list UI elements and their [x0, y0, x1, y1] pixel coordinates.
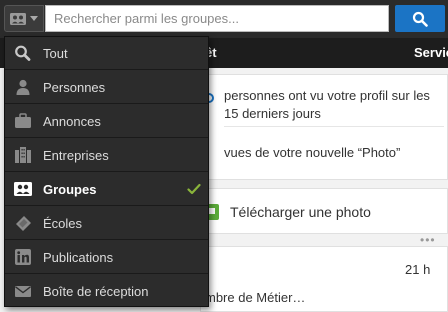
menu-item-personnes[interactable]: Personnes [5, 71, 208, 104]
profile-views-card: personnes ont vu votre profil sur les 15… [200, 74, 448, 180]
menu-item-label: Groupes [43, 182, 97, 197]
upload-photo-card[interactable]: Télécharger une photo [200, 188, 448, 234]
more-options-icon[interactable]: ••• [420, 234, 436, 246]
menu-item-publications[interactable]: Publications [5, 241, 208, 274]
menu-item-label: Boîte de réception [43, 284, 149, 299]
nav-item-services[interactable]: Servic [414, 45, 448, 60]
person-icon [16, 79, 30, 95]
checkmark-icon [187, 183, 201, 195]
search-input[interactable] [45, 5, 389, 32]
search-type-dropdown: Tout Personnes Annonces Entreprises Grou… [4, 36, 209, 307]
search-icon [412, 11, 428, 27]
linkedin-icon [15, 249, 31, 265]
post-timestamp: 21 h [405, 262, 431, 277]
search-button[interactable] [395, 5, 445, 32]
search-icon [15, 45, 31, 61]
briefcase-icon [15, 113, 31, 128]
menu-item-ecoles[interactable]: Écoles [5, 207, 208, 240]
menu-item-label: Personnes [43, 80, 106, 95]
menu-item-label: Annonces [43, 114, 101, 129]
building-icon [15, 147, 31, 163]
post-text[interactable]: mbre de Métier… [205, 290, 305, 305]
search-type-selector[interactable] [4, 5, 44, 32]
photo-views-text[interactable]: vues de votre nouvelle “Photo” [224, 145, 400, 160]
groups-icon [10, 12, 26, 25]
menu-item-groupes[interactable]: Groupes [5, 173, 208, 206]
menu-item-entreprises[interactable]: Entreprises [5, 139, 208, 172]
chevron-down-icon [30, 16, 38, 21]
menu-item-annonces[interactable]: Annonces [5, 105, 208, 138]
menu-item-tout[interactable]: Tout [5, 37, 208, 70]
school-icon [16, 216, 31, 231]
menu-item-label: Publications [43, 250, 114, 265]
menu-item-label: Entreprises [43, 148, 109, 163]
divider [224, 126, 444, 127]
menu-item-label: Écoles [43, 216, 83, 231]
groups-icon [14, 182, 32, 196]
feed-post-card: 21 h mbre de Métier… [200, 246, 448, 312]
upload-photo-link[interactable]: Télécharger une photo [230, 204, 371, 220]
envelope-icon [15, 286, 31, 297]
menu-item-boite-de-reception[interactable]: Boîte de réception [5, 275, 208, 308]
profile-views-text[interactable]: personnes ont vu votre profil sur les 15… [224, 87, 444, 123]
top-bar [0, 0, 448, 38]
menu-item-label: Tout [43, 46, 68, 61]
